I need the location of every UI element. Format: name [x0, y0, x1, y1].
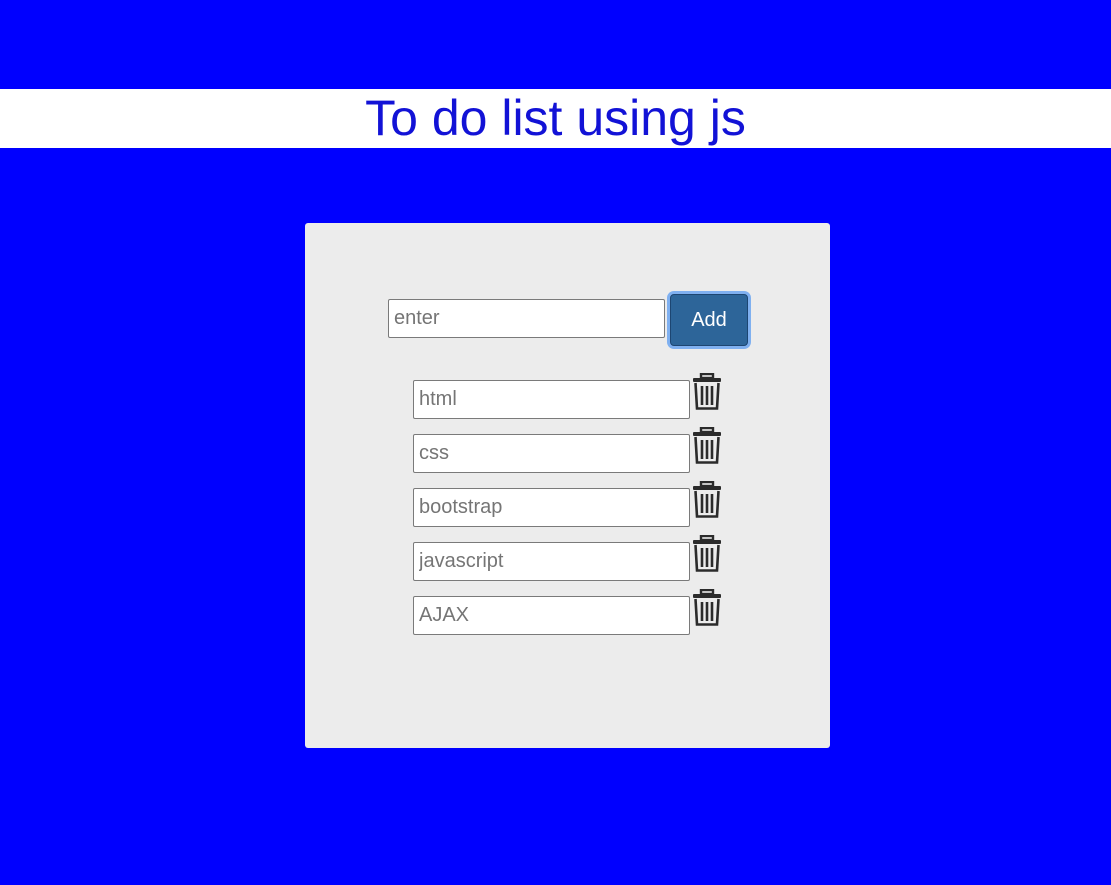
todo-item-input[interactable]	[413, 434, 690, 473]
delete-button[interactable]	[691, 373, 723, 411]
todo-item	[413, 589, 733, 643]
trash-icon	[693, 535, 721, 572]
todo-item	[413, 373, 733, 427]
delete-button[interactable]	[691, 589, 723, 627]
todo-list	[413, 373, 733, 643]
header-band: To do list using js	[0, 89, 1111, 148]
delete-button[interactable]	[691, 535, 723, 573]
todo-item-input[interactable]	[413, 380, 690, 419]
new-item-input[interactable]	[388, 299, 665, 338]
todo-card: Add	[305, 223, 830, 748]
trash-icon	[693, 589, 721, 626]
add-button[interactable]: Add	[670, 294, 748, 346]
trash-icon	[693, 373, 721, 410]
delete-button[interactable]	[691, 481, 723, 519]
todo-item-input[interactable]	[413, 488, 690, 527]
trash-icon	[693, 427, 721, 464]
todo-item-input[interactable]	[413, 596, 690, 635]
todo-item-input[interactable]	[413, 542, 690, 581]
trash-icon	[693, 481, 721, 518]
page-title: To do list using js	[365, 90, 746, 146]
todo-item	[413, 535, 733, 589]
todo-item	[413, 427, 733, 481]
delete-button[interactable]	[691, 427, 723, 465]
todo-item	[413, 481, 733, 535]
